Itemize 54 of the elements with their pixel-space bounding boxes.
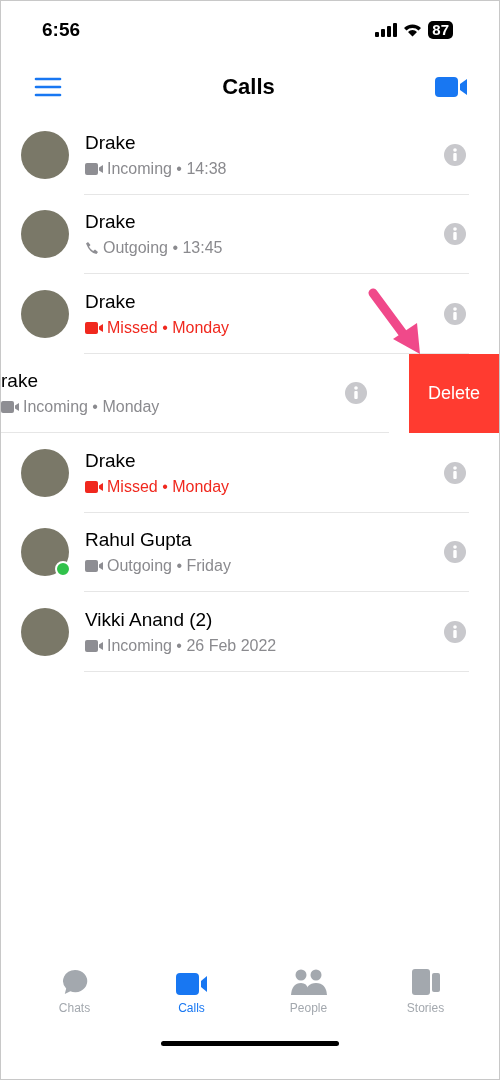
video-call-icon	[85, 480, 103, 493]
info-icon[interactable]	[345, 382, 367, 405]
battery-level: 87	[428, 21, 453, 39]
avatar-photo	[21, 289, 69, 338]
contact-name: rake	[1, 370, 39, 393]
call-row[interactable]: Drake Missed • Monday	[1, 433, 499, 513]
call-detail: Incoming • Monday	[23, 398, 160, 417]
phone-icon	[85, 241, 99, 256]
call-detail: Missed • Monday	[107, 318, 230, 337]
avatar-photo	[21, 528, 69, 577]
info-icon[interactable]	[444, 302, 466, 325]
call-row[interactable]: rake Incoming • Monday	[1, 353, 389, 433]
call-detail: Outgoing • Friday	[107, 557, 231, 576]
tab-item[interactable]: Calls	[151, 969, 232, 1015]
page-title: Calls	[222, 74, 275, 100]
video-call-icon	[85, 639, 103, 652]
call-detail: Missed • Monday	[107, 477, 230, 496]
info-icon[interactable]	[444, 143, 466, 166]
video-call-icon	[85, 162, 103, 175]
video-call-icon	[1, 401, 19, 414]
status-time: 6:56	[42, 19, 81, 41]
avatar-photo	[21, 607, 69, 656]
avatar-photo	[21, 448, 69, 497]
info-icon[interactable]	[444, 461, 466, 484]
contact-name: Drake	[85, 290, 137, 313]
signal-icon	[375, 23, 398, 37]
people-icon	[290, 969, 327, 995]
contact-name: Vikki Anand (2)	[85, 608, 214, 631]
call-row[interactable]: Rahul Gupta Outgoing • Friday	[1, 512, 499, 592]
menu-icon[interactable]	[34, 77, 62, 97]
contact-name: Drake	[85, 131, 137, 154]
video-camera-icon[interactable]	[435, 77, 467, 97]
call-detail: Incoming • 26 Feb 2022	[107, 636, 277, 655]
call-detail: Outgoing • 13:45	[103, 239, 223, 258]
contact-name: Drake	[85, 211, 137, 234]
chat-bubble-icon	[60, 969, 89, 995]
call-row[interactable]: Drake Outgoing • 13:45	[1, 194, 499, 274]
info-icon[interactable]	[444, 223, 466, 246]
video-call-icon	[85, 321, 103, 334]
video-camera-icon	[175, 973, 208, 995]
info-icon[interactable]	[444, 620, 466, 643]
avatar-photo	[21, 130, 69, 179]
delete-button[interactable]: Delete	[409, 353, 499, 433]
contact-name: Drake	[85, 449, 137, 472]
contact-name: Rahul Gupta	[85, 529, 193, 552]
call-row[interactable]: Drake Incoming • 14:38	[1, 115, 499, 195]
call-detail: Incoming • 14:38	[107, 159, 227, 178]
avatar-photo	[21, 210, 69, 259]
video-call-icon	[85, 560, 103, 573]
call-row[interactable]: Drake Missed • Monday	[1, 274, 499, 354]
stories-icon	[411, 969, 440, 995]
call-row[interactable]: Vikki Anand (2) Incoming • 26 Feb 2022	[1, 592, 499, 672]
info-icon[interactable]	[444, 541, 466, 564]
wifi-icon	[403, 23, 423, 37]
